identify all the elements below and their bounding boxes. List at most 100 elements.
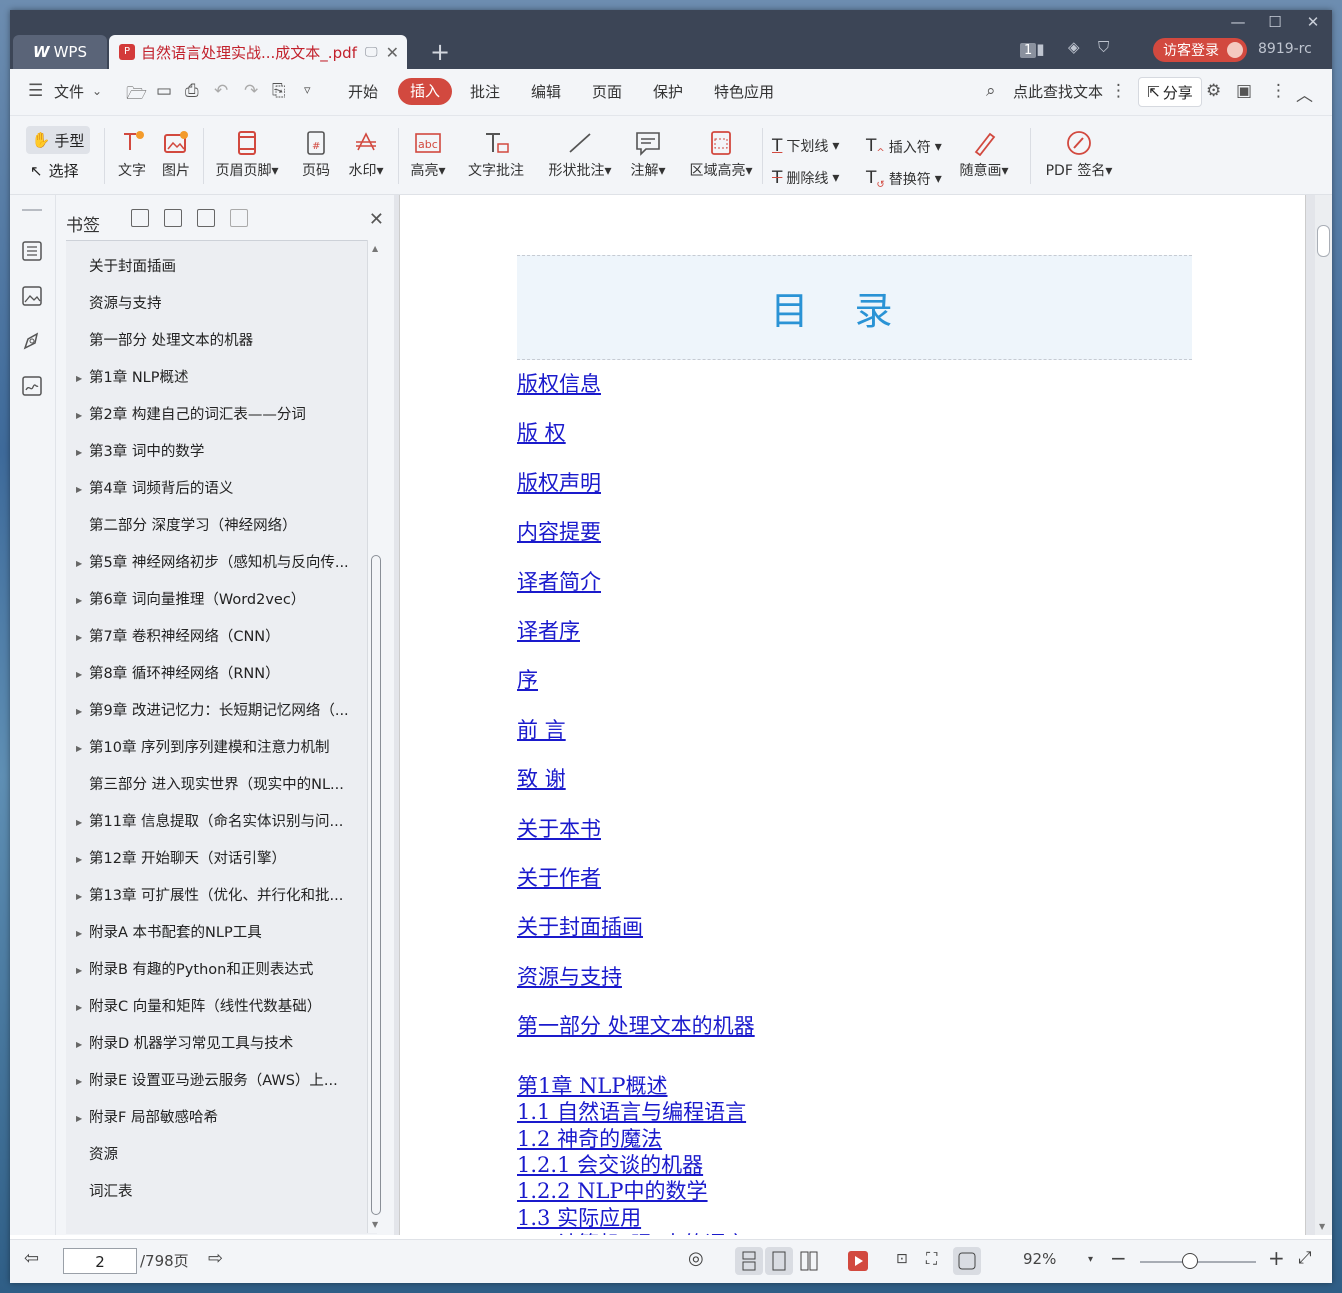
single-page-button[interactable] [765,1247,793,1275]
expand-arrow-icon[interactable]: ▶ [76,1063,82,1100]
zoom-out-icon[interactable]: − [1110,1246,1127,1270]
window-count-badge[interactable]: 1 ▮ [1020,40,1045,58]
expand-all-icon[interactable] [131,209,149,227]
expand-arrow-icon[interactable]: ▶ [76,841,82,878]
menu-start[interactable]: 开始 [348,81,378,102]
new-tab-button[interactable]: + [430,38,450,66]
bookmark-options-icon[interactable] [230,209,248,227]
bookmark-item[interactable]: 第一部分 处理文本的机器 [66,323,366,360]
expand-arrow-icon[interactable]: ▶ [76,471,82,508]
shape-comment-button[interactable]: 形状批注▾ [540,130,620,180]
underline-button[interactable]: T 下划线 ▾ [772,136,839,156]
zoom-dropdown-icon[interactable]: ▾ [1088,1254,1093,1265]
expand-arrow-icon[interactable]: ▶ [76,1026,82,1063]
toc-link[interactable]: 前 言 [517,714,566,744]
close-panel-icon[interactable]: ✕ [369,209,384,230]
thumbnail-icon[interactable] [21,285,43,307]
watermark-button[interactable]: 水印▾ [344,130,388,180]
bookmark-item[interactable]: ▶ 第10章 序列到序列建模和注意力机制 [66,730,366,767]
hand-tool-button[interactable]: ✋ 手型 [26,126,90,154]
message-icon[interactable]: ▣ [1236,81,1252,101]
expand-arrow-icon[interactable]: ▶ [76,878,82,915]
toc-link[interactable]: 关于作者 [517,862,601,892]
toc-link[interactable]: 1.4 计算机“眼”中的语言 [517,1228,747,1235]
settings-icon[interactable]: ⚙ [1206,81,1221,101]
text-comment-button[interactable]: 文字批注 [464,130,528,180]
freehand-button[interactable]: 随意画▾ [954,130,1014,180]
expand-arrow-icon[interactable]: ▶ [76,730,82,767]
signature-panel-icon[interactable] [21,375,43,397]
bookmark-item[interactable]: ▶ 附录C 向量和矩阵（线性代数基础） [66,989,366,1026]
bookmark-item[interactable]: ▶ 第12章 开始聊天（对话引擎） [66,841,366,878]
minimize-icon[interactable]: — [1223,12,1253,32]
toc-link[interactable]: 译者序 [517,615,580,645]
menu-special[interactable]: 特色应用 [714,81,774,102]
find-text-field[interactable]: 点此查找文本 [1013,81,1103,102]
bookmark-item[interactable]: ▶ 第3章 词中的数学 [66,434,366,471]
play-slideshow-icon[interactable] [848,1251,868,1271]
page-number-input[interactable]: 2 [63,1248,137,1274]
expand-arrow-icon[interactable]: ▶ [76,360,82,397]
bookmark-item[interactable]: 词汇表 [66,1174,366,1211]
expand-arrow-icon[interactable]: ▶ [76,989,82,1026]
annotate-button[interactable]: 注解▾ [626,130,670,180]
bookmark-item[interactable]: ▶ 第8章 循环神经网络（RNN） [66,656,366,693]
redo-icon[interactable]: ↷ [244,81,258,101]
insert-mark-button[interactable]: T^ 插入符 ▾ [866,136,942,158]
document-scrollbar[interactable]: ▼ [1315,195,1332,1235]
expand-arrow-icon[interactable]: ▶ [76,952,82,989]
bookmark-item[interactable]: 第二部分 深度学习（神经网络） [66,508,366,545]
bookmark-item[interactable]: ▶ 附录D 机器学习常见工具与技术 [66,1026,366,1063]
search-icon[interactable]: ⌕ [986,81,996,101]
add-bookmark-icon[interactable] [197,209,215,227]
maximize-icon[interactable]: ☐ [1260,12,1290,32]
expand-arrow-icon[interactable]: ▶ [76,582,82,619]
chevron-down-icon[interactable]: ⌄ [92,84,102,98]
strikethrough-button[interactable]: T 删除线 ▾ [772,168,839,188]
expand-arrow-icon[interactable]: ▶ [76,1100,82,1137]
expand-arrow-icon[interactable]: ▶ [76,915,82,952]
bookmark-item[interactable]: ▶ 第2章 构建自己的词汇表——分词 [66,397,366,434]
bookmark-item[interactable]: ▶ 第4章 词频背后的语义 [66,471,366,508]
fullscreen-icon[interactable]: ⤢ [1298,1248,1312,1268]
toc-link[interactable]: 关于本书 [517,813,601,843]
expand-arrow-icon[interactable]: ▶ [76,656,82,693]
print-icon[interactable]: ⎙ [185,81,199,101]
bookmark-item[interactable]: ▶ 第11章 信息提取（命名实体识别与问... [66,804,366,841]
save-icon[interactable]: ▭ [156,81,172,101]
tab-document[interactable]: P 自然语言处理实战...成文本_.pdf 🖵 ✕ [109,35,407,69]
file-menu[interactable]: 文件 [54,81,84,102]
scroll-thumb[interactable] [371,555,381,1215]
pdf-sign-button[interactable]: PDF 签名▾ [1040,130,1118,180]
more-quick-icon[interactable]: ▿ [304,83,311,98]
guest-login-button[interactable]: 访客登录 [1153,38,1247,62]
bookmark-item[interactable]: ▶ 附录F 局部敏感哈希 [66,1100,366,1137]
expand-arrow-icon[interactable]: ▶ [76,619,82,656]
hamburger-icon[interactable]: ☰ [28,81,43,101]
header-footer-button[interactable]: 页眉页脚▾ [210,130,284,180]
close-tab-icon[interactable]: ✕ [386,43,399,62]
bookmark-item[interactable]: ▶ 第1章 NLP概述 [66,360,366,397]
document-scroll-thumb[interactable] [1317,225,1330,257]
skin-icon[interactable]: ◈ [1068,38,1080,56]
menu-edit[interactable]: 编辑 [531,81,561,102]
tab-wps-home[interactable]: W WPS [13,35,107,69]
bookmark-item[interactable]: ▶ 第6章 词向量推理（Word2vec） [66,582,366,619]
scroll-down-icon[interactable]: ▼ [372,1220,378,1229]
bookmark-list-icon[interactable] [21,240,43,262]
bookmark-item[interactable]: ▶ 附录A 本书配套的NLP工具 [66,915,366,952]
next-page-icon[interactable]: ⇨ [208,1248,223,1269]
undo-icon[interactable]: ↶ [214,81,228,101]
toc-link[interactable]: 致 谢 [517,763,566,793]
expand-arrow-icon[interactable]: ▶ [76,545,82,582]
toc-link[interactable]: 资源与支持 [517,961,622,991]
scroll-down-icon[interactable]: ▼ [1319,1222,1325,1231]
more-options-icon[interactable]: ⋮ [1270,81,1287,101]
select-tool-button[interactable]: ↖ 选择 [30,160,79,181]
bookmark-item[interactable]: 资源与支持 [66,286,366,323]
continuous-view-button[interactable] [735,1247,763,1275]
eye-protection-icon[interactable]: ◎ [688,1248,704,1269]
fit-page-icon[interactable]: ⛶ [926,1249,937,1269]
annotation-tool-icon[interactable] [21,330,43,352]
menu-comment[interactable]: 批注 [470,81,500,102]
